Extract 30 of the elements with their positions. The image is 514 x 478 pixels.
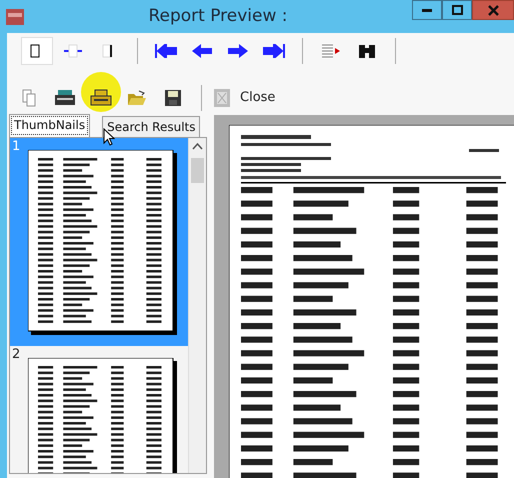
save-icon[interactable]	[165, 90, 181, 106]
close-window-button[interactable]	[472, 0, 514, 20]
binoculars-icon[interactable]	[358, 43, 376, 59]
scrollbar[interactable]	[188, 138, 206, 473]
page-number: 1	[12, 140, 20, 154]
close-report-icon	[214, 89, 230, 107]
printer-icon[interactable]	[90, 89, 112, 107]
printer-icon[interactable]	[54, 89, 76, 107]
page-number: 2	[12, 348, 20, 362]
page-icon[interactable]	[63, 43, 83, 59]
maximize-icon[interactable]	[452, 5, 462, 15]
left-arrow-icon[interactable]	[191, 44, 213, 58]
close-button[interactable]: Close	[238, 88, 278, 108]
folder-icon[interactable]	[127, 90, 147, 106]
first-page-arrow-icon[interactable]	[154, 44, 178, 58]
thumbnail-item[interactable]: 2	[10, 346, 188, 473]
right-arrow-icon[interactable]	[227, 44, 249, 58]
tab[interactable]: ThumbNails	[9, 114, 90, 137]
scroll-thumb[interactable]	[191, 158, 204, 183]
minimize-button[interactable]	[412, 0, 442, 20]
close-icon[interactable]	[488, 4, 498, 16]
app-icon	[6, 8, 24, 24]
one-page-view-button[interactable]	[21, 37, 53, 65]
pages-icon[interactable]	[22, 89, 36, 107]
last-page-arrow-icon[interactable]	[262, 44, 286, 58]
tab[interactable]: Search Results	[102, 116, 200, 137]
maximize-button[interactable]	[442, 0, 472, 20]
window-title: Report Preview :	[147, 5, 289, 28]
minimize-icon[interactable]	[422, 8, 432, 12]
lines-arrow-icon[interactable]	[321, 44, 341, 58]
